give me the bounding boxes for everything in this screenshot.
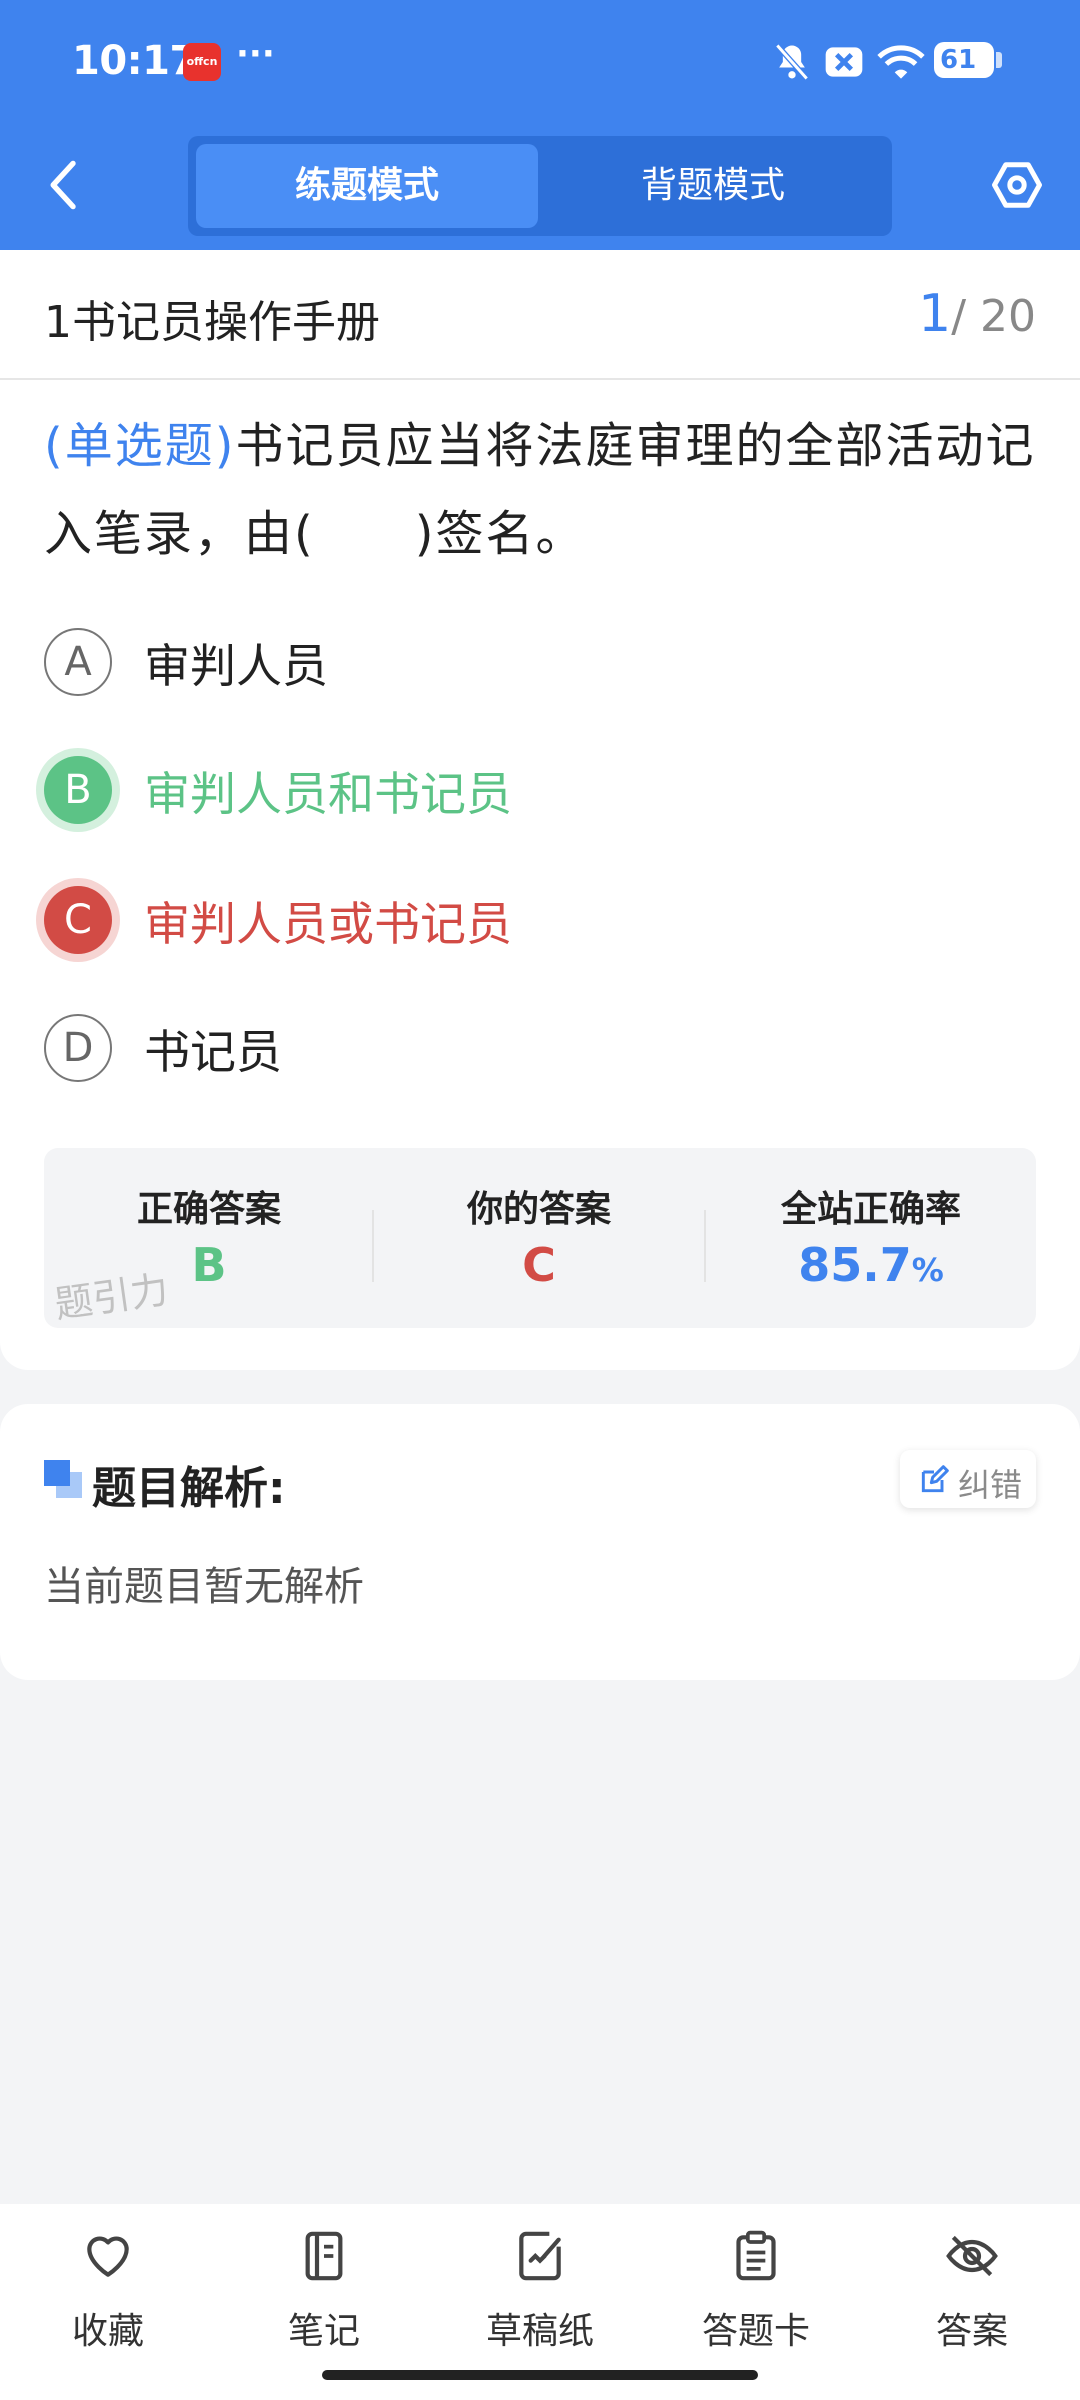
show-answer-button[interactable]: 答案 — [864, 2228, 1080, 2358]
top-bar: 10:17 offcn ··· 61 练题模式 背题模式 — [0, 0, 1080, 250]
notes-button[interactable]: 笔记 — [216, 2228, 432, 2358]
report-error-button[interactable]: 纠错 — [900, 1450, 1036, 1508]
total-questions: / 20 — [951, 291, 1036, 342]
answer-card-icon — [736, 2230, 776, 2281]
analysis-card: 题目解析: 纠错 当前题目暂无解析 — [0, 1404, 1080, 1680]
question-card: 1书记员操作手册 1/ 20 (单选题)书记员应当将法庭审理的全部活动记入笔录，… — [0, 250, 1080, 1370]
option-letter: D — [44, 1014, 112, 1082]
bell-off-icon — [775, 43, 809, 81]
accuracy-rate-number: 85.7 — [798, 1238, 912, 1292]
option-letter: C — [44, 886, 112, 954]
wifi-icon — [877, 45, 925, 79]
answer-card-label: 答题卡 — [701, 2311, 810, 2352]
eye-off-icon — [946, 2235, 998, 2277]
option-letter: B — [44, 756, 112, 824]
question-text-block: (单选题)书记员应当将法庭审理的全部活动记入笔录，由( )签名。 — [44, 402, 1044, 578]
your-answer-column: 你的答案 C — [374, 1148, 704, 1328]
status-time: 10:17 — [72, 38, 197, 84]
your-answer-label: 你的答案 — [466, 1189, 611, 1230]
option-a[interactable]: A 审判人员 — [44, 624, 1024, 704]
current-question-number: 1 — [918, 284, 952, 344]
favorite-button[interactable]: 收藏 — [0, 2228, 216, 2358]
question-header: 1书记员操作手册 1/ 20 — [0, 250, 1080, 380]
analysis-content: 当前题目暂无解析 — [44, 1564, 364, 1610]
home-indicator — [322, 2370, 758, 2380]
show-answer-label: 答案 — [935, 2311, 1008, 2352]
option-c[interactable]: C 审判人员或书记员 — [44, 882, 1024, 962]
correct-answer-label: 正确答案 — [136, 1189, 281, 1230]
notebook-icon — [305, 2231, 343, 2281]
back-arrow-icon[interactable] — [44, 158, 84, 212]
accuracy-rate-column: 全站正确率 85.7% — [706, 1148, 1036, 1328]
app-notification-icon: offcn — [183, 43, 221, 81]
draft-paper-label: 草稿纸 — [485, 2311, 594, 2352]
report-error-label: 纠错 — [958, 1466, 1023, 1504]
favorite-label: 收藏 — [71, 2311, 144, 2352]
settings-hexagon-icon[interactable] — [990, 158, 1044, 212]
option-text: 审判人员和书记员 — [144, 767, 512, 821]
draft-paper-button[interactable]: 草稿纸 — [432, 2228, 648, 2358]
your-answer-value: C — [522, 1238, 556, 1292]
question-pager: 1/ 20 — [918, 284, 1036, 344]
accuracy-rate-label: 全站正确率 — [780, 1189, 961, 1230]
tab-recite-mode[interactable]: 背题模式 — [542, 144, 884, 228]
answer-card-button[interactable]: 答题卡 — [648, 2228, 864, 2358]
mode-tabs: 练题模式 背题模式 — [188, 136, 892, 236]
accuracy-rate-unit: % — [911, 1251, 944, 1289]
option-b[interactable]: B 审判人员和书记员 — [44, 752, 1024, 832]
question-type: (单选题) — [44, 418, 236, 474]
option-letter: A — [44, 628, 112, 696]
heart-icon — [87, 2236, 129, 2277]
accuracy-rate-value: 85.7% — [706, 1238, 1036, 1292]
status-bar: 10:17 offcn ··· 61 — [0, 0, 1080, 125]
option-text: 审判人员或书记员 — [144, 897, 512, 951]
chapter-title: 1书记员操作手册 — [44, 297, 380, 348]
no-sim-icon — [825, 47, 863, 77]
more-notifications-icon: ··· — [236, 34, 275, 74]
option-text: 书记员 — [144, 1025, 282, 1079]
edit-icon — [921, 1465, 949, 1493]
answer-summary: 正确答案 B 你的答案 C 全站正确率 85.7% 题引力 — [44, 1148, 1036, 1328]
option-d[interactable]: D 书记员 — [44, 1010, 1024, 1090]
section-marker-icon — [44, 1460, 70, 1486]
analysis-title: 题目解析: — [92, 1463, 286, 1514]
draft-icon — [519, 2231, 561, 2281]
option-text: 审判人员 — [144, 639, 328, 693]
tab-practice-mode[interactable]: 练题模式 — [196, 144, 538, 228]
notes-label: 笔记 — [287, 2311, 360, 2352]
battery-icon: 61 — [934, 42, 1002, 78]
